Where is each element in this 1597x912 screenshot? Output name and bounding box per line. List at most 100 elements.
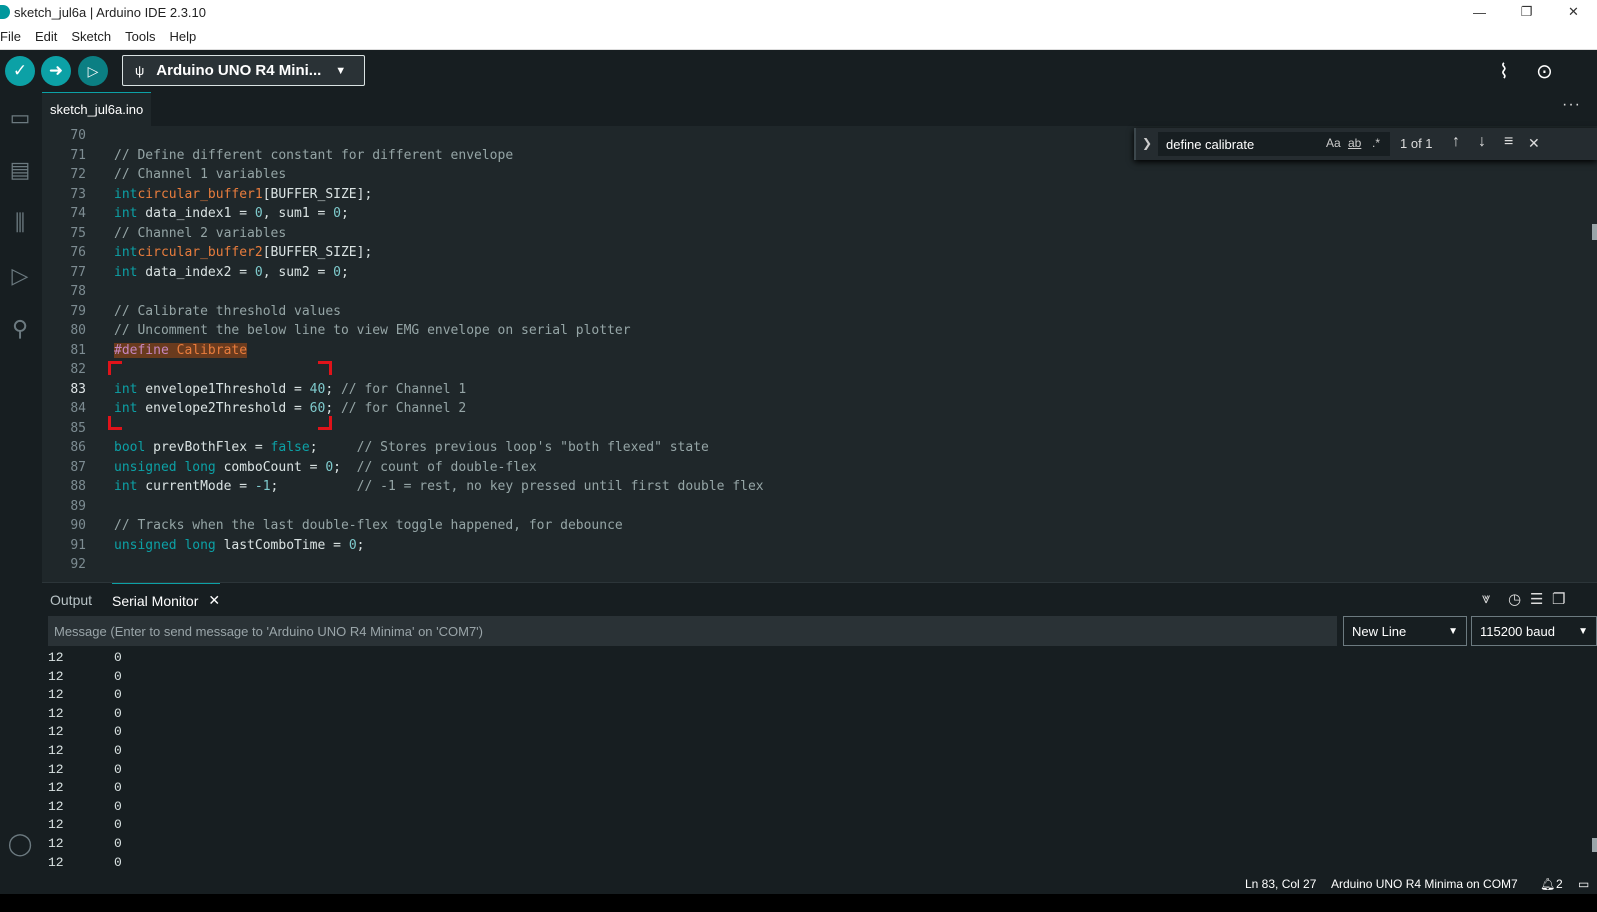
code-line[interactable]: 87 unsigned long comboCount = 0; // count… [42, 458, 1597, 477]
code-line[interactable]: 74 int data_index1 = 0, sum1 = 0; [42, 204, 1597, 223]
toolbar: ✓ ➜ ▷ ψ Arduino UNO R4 Mini... ▼ ⌇ ⊙ [0, 50, 1597, 92]
bell-icon[interactable]: 🔔︎ [1540, 877, 1555, 891]
code-line[interactable]: 78 [42, 282, 1597, 301]
window-controls: — ❐ ✕ [1456, 0, 1597, 24]
code-line[interactable]: 75 // Channel 2 variables [42, 224, 1597, 243]
arrow-down-icon[interactable]: ↓ [1478, 133, 1486, 151]
serial-value-2: 0 [114, 650, 122, 665]
code-preprocessor: #define [114, 342, 169, 358]
chevron-down-icon: ▼ [1448, 625, 1458, 637]
code-comment: // Calibrate threshold values [114, 303, 341, 319]
line-number: 88 [70, 479, 86, 494]
debug-button[interactable]: ▷ [78, 56, 108, 86]
monitor-icon[interactable]: ⊙ [1536, 59, 1553, 84]
verify-button[interactable]: ✓ [5, 56, 35, 86]
account-icon[interactable]: ◯ [6, 830, 34, 858]
cursor-position[interactable]: Ln 83, Col 27 [1245, 877, 1316, 891]
menu-tools[interactable]: Tools [118, 29, 162, 44]
copy-icon[interactable]: ❐ [1552, 590, 1565, 608]
line-number: 85 [70, 420, 86, 436]
find-in-selection-icon[interactable]: ≡ [1504, 133, 1513, 151]
code-line[interactable]: 80 // Uncomment the below line to view EM… [42, 321, 1597, 340]
menu-file[interactable]: File [0, 29, 28, 44]
serial-value-2: 0 [114, 854, 122, 870]
search-icon[interactable]: ⚲ [6, 315, 34, 343]
code-line[interactable]: 86 bool prevBothFlex = false; // Stores p… [42, 438, 1597, 457]
serial-scrollbar[interactable] [1592, 838, 1597, 852]
minimize-button[interactable]: — [1456, 0, 1503, 24]
annotation-bracket [108, 361, 122, 375]
bottom-panel-tabs: Output Serial Monitor ✕ ⩔ ◷ ☰ ❐ [42, 582, 1597, 616]
debug-side-icon[interactable]: ▷ [6, 262, 34, 290]
chevron-down-icon: ▼ [1578, 625, 1588, 637]
timestamp-icon[interactable]: ◷ [1508, 590, 1521, 608]
code-line[interactable]: 81 #define Calibrate [42, 341, 1597, 360]
code-number: -1 [254, 479, 271, 494]
line-ending-select[interactable]: New Line ▼ [1343, 616, 1467, 646]
code-line[interactable]: 79 // Calibrate threshold values [42, 302, 1597, 321]
code-line[interactable]: 90 // Tracks when the last double-flex to… [42, 516, 1597, 535]
arrow-up-icon[interactable]: ↑ [1452, 133, 1460, 151]
close-button[interactable]: ✕ [1550, 0, 1597, 24]
code-content: // Channel 2 variables [114, 224, 286, 243]
code-line[interactable]: 83 int envelope1Threshold = 40; // for Ch… [42, 380, 1597, 399]
serial-output[interactable]: 12 0 12 0 12 0 12 0 12 0 12 0 12 0 12 0 12 0 12 0 12 0 12 0 [42, 646, 1597, 874]
autoscroll-icon[interactable]: ⩔ [1482, 590, 1490, 607]
board-selector[interactable]: ψ Arduino UNO R4 Mini... ▼ [122, 55, 365, 86]
code-line[interactable]: 82 [42, 360, 1597, 379]
code-line[interactable]: 85 [42, 419, 1597, 438]
regex-button[interactable]: .* [1372, 136, 1380, 150]
close-icon[interactable]: ✕ [208, 592, 220, 609]
code-text: currentMode = [137, 479, 255, 494]
annotation-bracket [108, 416, 122, 430]
status-bar: Ln 83, Col 27 Arduino UNO R4 Minima on C… [0, 874, 1597, 894]
find-query: define calibrate [1166, 136, 1255, 152]
code-line[interactable]: 72 // Channel 1 variables [42, 165, 1597, 184]
code-content: unsigned long lastComboTime = 0; [114, 536, 364, 555]
whole-word-button[interactable]: ab [1348, 136, 1361, 150]
line-number: 92 [70, 557, 86, 572]
match-case-button[interactable]: Aa [1326, 136, 1341, 150]
status-board[interactable]: Arduino UNO R4 Minima on COM7 [1331, 877, 1518, 891]
baud-rate-value: 115200 baud [1480, 623, 1555, 639]
editor-scrollbar[interactable] [1592, 224, 1597, 240]
tab-output[interactable]: Output [50, 583, 92, 617]
code-line[interactable]: 92 [42, 555, 1597, 574]
upload-button[interactable]: ➜ [41, 56, 71, 86]
serial-value-1: 12 [48, 836, 64, 851]
code-search-match: Calibrate [168, 342, 248, 358]
code-line[interactable]: 91 unsigned long lastComboTime = 0; [42, 536, 1597, 555]
code-line[interactable]: 73 intcircular_buffer1[BUFFER_SIZE]; [42, 185, 1597, 204]
line-number: 74 [70, 206, 86, 221]
code-line[interactable]: 89 [42, 497, 1597, 516]
close-find-icon[interactable]: ✕ [1528, 135, 1540, 152]
code-editor[interactable]: 70 71 // Define different constant for dif… [42, 126, 1597, 582]
code-text: comboCount = [215, 459, 326, 475]
clear-output-icon[interactable]: ☰ [1530, 590, 1543, 608]
chevron-right-icon[interactable]: ❯ [1142, 136, 1152, 150]
serial-value-1: 12 [48, 724, 64, 740]
serial-message-input[interactable]: Message (Enter to send message to 'Ardui… [48, 616, 1337, 646]
code-line[interactable]: 76 intcircular_buffer2[BUFFER_SIZE]; [42, 243, 1597, 262]
library-icon[interactable]: ⫼ [6, 209, 34, 237]
serial-value-1: 12 [48, 798, 64, 814]
more-icon[interactable]: ··· [1562, 96, 1581, 114]
code-number: 0 [333, 264, 341, 280]
code-line[interactable]: 88 int currentMode = -1; // -1 = rest, no… [42, 477, 1597, 496]
plotter-icon[interactable]: ⌇ [1499, 59, 1509, 84]
board-manager-icon[interactable]: ▤ [6, 156, 34, 184]
maximize-button[interactable]: ❐ [1503, 0, 1550, 24]
tab-sketch-file[interactable]: sketch_jul6a.ino [42, 92, 152, 126]
serial-value-2: 0 [114, 724, 122, 740]
tab-serial-monitor[interactable]: Serial Monitor ✕ [112, 583, 221, 617]
menu-edit[interactable]: Edit [28, 29, 64, 44]
folder-icon[interactable]: ▭ [6, 104, 34, 132]
baud-rate-select[interactable]: 115200 baud ▼ [1471, 616, 1597, 646]
line-number: 80 [70, 323, 86, 338]
menu-help[interactable]: Help [162, 29, 203, 44]
code-line[interactable]: 77 int data_index2 = 0, sum2 = 0; [42, 263, 1597, 282]
output-panel-icon[interactable]: ▭ [1578, 877, 1589, 891]
code-line[interactable]: 84 int envelope2Threshold = 60; // for Ch… [42, 399, 1597, 418]
menu-sketch[interactable]: Sketch [64, 29, 118, 44]
code-keyword: false [270, 440, 310, 455]
